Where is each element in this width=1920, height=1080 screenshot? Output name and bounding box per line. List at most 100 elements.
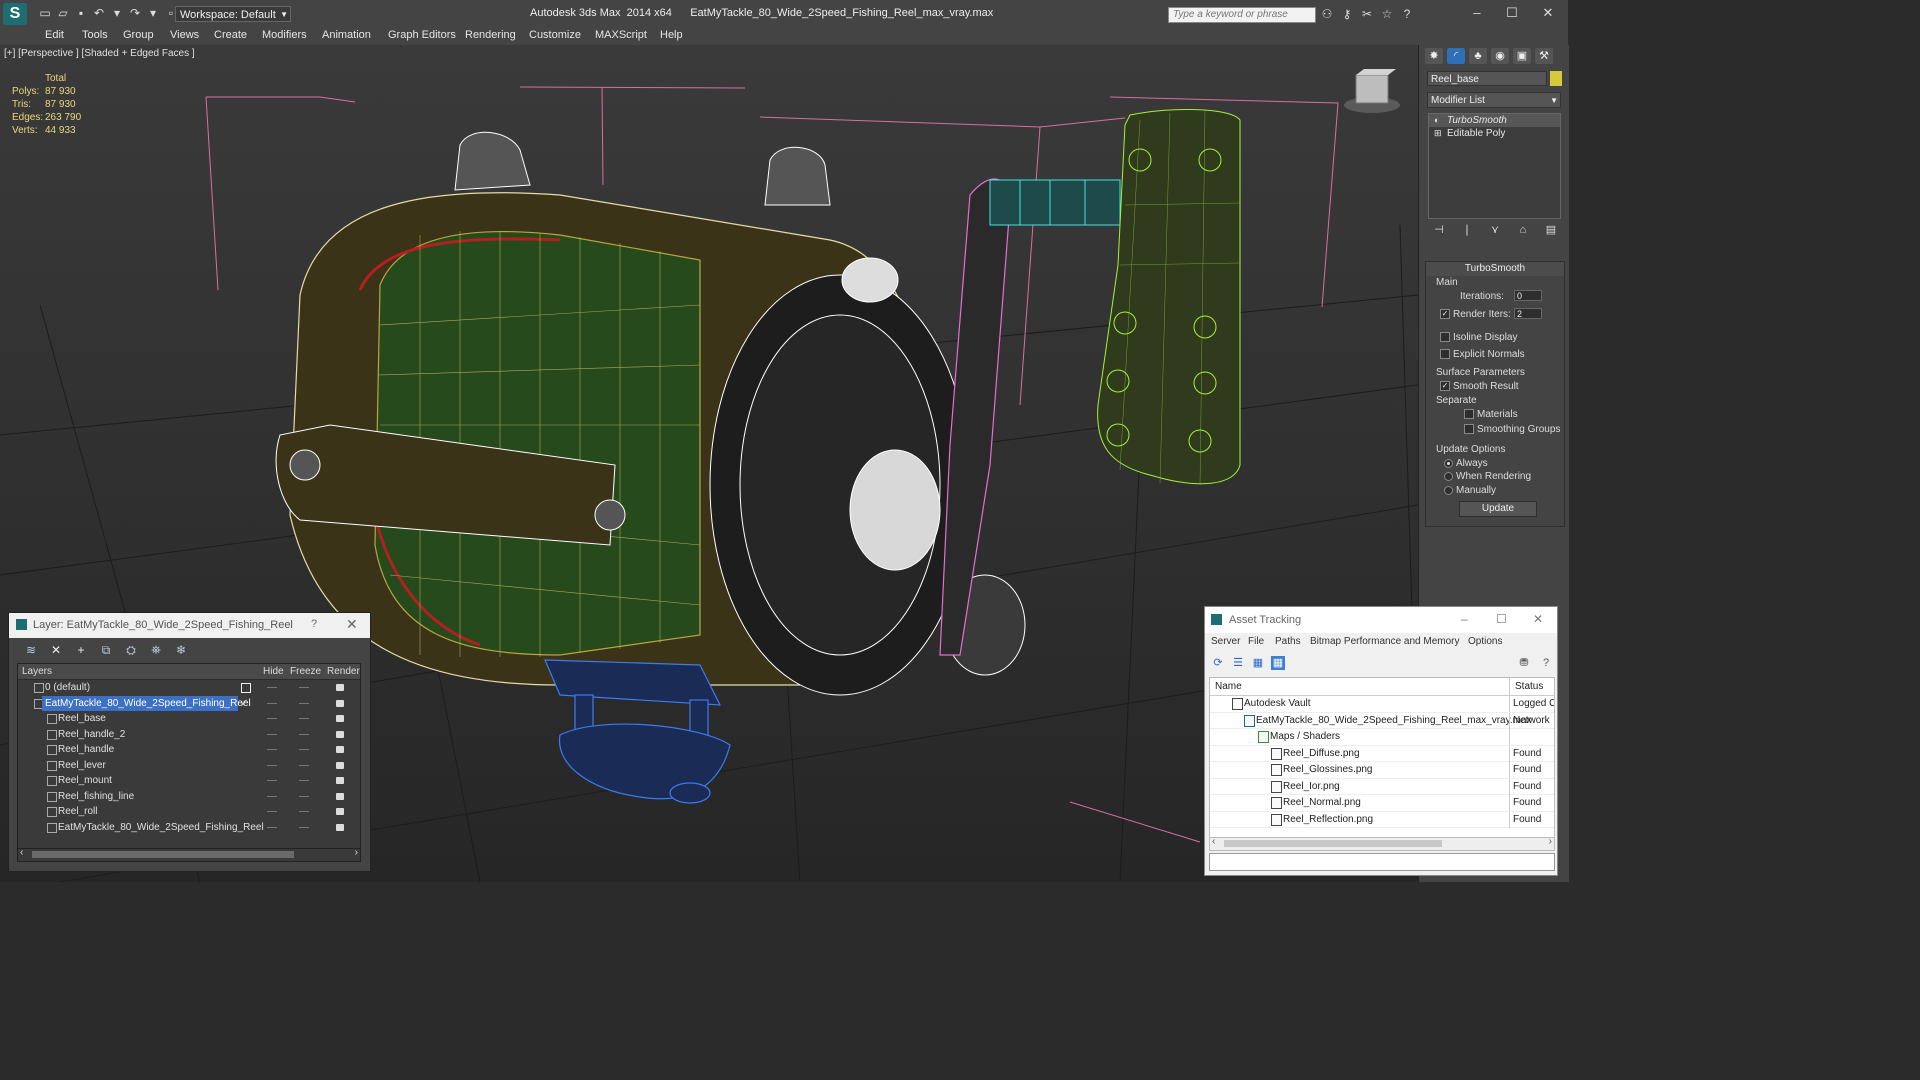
scroll-right-icon[interactable]: › — [1549, 836, 1552, 847]
object-color-swatch[interactable] — [1550, 71, 1562, 86]
close-icon[interactable]: ✕ — [346, 616, 358, 633]
column-separator[interactable] — [1509, 678, 1510, 695]
rollout-title[interactable]: TurboSmooth — [1426, 262, 1564, 276]
minimize-button[interactable]: – — [1462, 4, 1492, 22]
exchange-icon[interactable]: ✂ — [1360, 7, 1374, 21]
expand-plus-icon[interactable]: ⊞ — [1434, 127, 1442, 140]
render-teapot-icon[interactable] — [336, 792, 344, 800]
update-button[interactable]: Update — [1459, 501, 1537, 517]
asset-row[interactable]: Autodesk Vault Logged O — [1210, 696, 1554, 713]
asset-horizontal-scrollbar[interactable]: ‹ › — [1209, 836, 1555, 851]
menu-maxscript[interactable]: MAXScript — [595, 29, 647, 41]
modifier-stack[interactable]: ◐ TurboSmooth ⊞ Editable Poly — [1428, 113, 1561, 219]
layer-row[interactable]: Reel_fishing_line — [18, 789, 360, 805]
col-layers[interactable]: Layers — [22, 666, 52, 677]
close-icon[interactable]: ✕ — [1533, 612, 1543, 626]
freeze-toggle[interactable] — [299, 795, 309, 797]
binoculars-icon[interactable]: ⚇ — [1320, 7, 1334, 21]
freeze-toggle[interactable] — [299, 826, 309, 828]
make-unique-icon[interactable]: ⋎ — [1487, 223, 1503, 237]
layer-horizontal-scrollbar[interactable]: ‹ › — [17, 847, 361, 862]
smoothing-groups-option[interactable]: Smoothing Groups — [1464, 424, 1560, 435]
save-icon[interactable]: ▪ — [74, 6, 88, 20]
asset-menu-server[interactable]: Server — [1211, 636, 1240, 647]
show-end-result-icon[interactable]: ❘ — [1459, 223, 1475, 237]
render-teapot-icon[interactable] — [336, 823, 344, 831]
menu-tools[interactable]: Tools — [82, 29, 108, 41]
hide-toggle[interactable] — [267, 764, 277, 766]
hierarchy-tab-icon[interactable]: ♣ — [1469, 48, 1487, 64]
layer-row[interactable]: Reel_handle_2 — [18, 727, 360, 743]
close-button[interactable]: ✕ — [1533, 4, 1563, 22]
hide-toggle[interactable] — [267, 687, 277, 688]
asset-menu-paths[interactable]: Paths — [1275, 636, 1301, 647]
materials-checkbox[interactable] — [1464, 409, 1474, 420]
modify-tab-icon[interactable]: ◜ — [1447, 48, 1465, 64]
scrollbar-thumb[interactable] — [1224, 840, 1442, 847]
new-file-icon[interactable]: ▭ — [38, 6, 52, 20]
render-teapot-icon[interactable] — [336, 699, 344, 707]
render-teapot-icon[interactable] — [336, 808, 344, 815]
menu-animation[interactable]: Animation — [322, 29, 371, 41]
layer-row[interactable]: Reel_roll — [18, 804, 360, 820]
redo-dropdown-icon[interactable]: ▾ — [146, 6, 160, 20]
pin-stack-icon[interactable]: ⊣ — [1431, 223, 1447, 237]
freeze-toggle[interactable] — [299, 687, 309, 688]
smooth-result-checkbox[interactable]: ✓ — [1440, 381, 1450, 392]
update-manually-option[interactable]: Manually — [1444, 485, 1496, 496]
freeze-toggle[interactable] — [299, 718, 309, 719]
freeze-toggle[interactable] — [299, 702, 309, 704]
render-teapot-icon[interactable] — [336, 715, 344, 722]
menu-modifiers[interactable]: Modifiers — [262, 29, 307, 41]
asset-menu-options[interactable]: Options — [1468, 636, 1502, 647]
select-layer-icon[interactable]: ⧉ — [98, 643, 114, 657]
smooth-result-option[interactable]: ✓ Smooth Result — [1440, 381, 1519, 392]
isoline-display-option[interactable]: Isoline Display — [1440, 332, 1517, 343]
highlight-layer-icon[interactable]: ⛭ — [123, 643, 139, 657]
render-teapot-icon[interactable] — [336, 746, 344, 753]
stack-item-editable-poly[interactable]: ⊞ Editable Poly — [1429, 127, 1560, 140]
hide-toggle[interactable] — [267, 811, 277, 812]
menu-help[interactable]: Help — [660, 29, 683, 41]
col-hide[interactable]: Hide — [263, 666, 284, 677]
layer-window-titlebar[interactable]: Layer: EatMyTackle_80_Wide_2Speed_Fishin… — [9, 613, 370, 638]
hide-toggle[interactable] — [267, 702, 277, 704]
hide-toggle[interactable] — [267, 826, 277, 828]
app-logo-icon[interactable]: S — [3, 3, 27, 25]
help-icon[interactable]: ? — [1539, 656, 1553, 670]
col-status[interactable]: Status — [1515, 681, 1543, 692]
menu-edit[interactable]: Edit — [45, 29, 64, 41]
display-tab-icon[interactable]: ▣ — [1513, 48, 1531, 64]
scroll-right-icon[interactable]: › — [355, 847, 358, 858]
layer-row[interactable]: EatMyTackle_80_Wide_2Speed_Fishing_Reel — [18, 820, 360, 836]
hide-toggle[interactable] — [267, 780, 277, 781]
col-freeze[interactable]: Freeze — [290, 666, 321, 677]
hide-toggle[interactable] — [267, 733, 277, 735]
asset-row[interactable]: Reel_Diffuse.png Found — [1210, 745, 1554, 762]
asset-row[interactable]: Reel_Reflection.png Found — [1210, 811, 1554, 828]
layer-row[interactable]: 0 (default) — [18, 680, 360, 696]
lightbulb-icon[interactable]: ◐ — [1434, 114, 1439, 127]
freeze-toggle[interactable] — [299, 811, 309, 812]
create-tab-icon[interactable]: ✸ — [1425, 48, 1443, 64]
render-teapot-icon[interactable] — [336, 761, 344, 769]
refresh-icon[interactable]: ⟳ — [1211, 656, 1225, 670]
render-teapot-icon[interactable] — [336, 684, 344, 691]
smoothing-groups-checkbox[interactable] — [1464, 424, 1474, 435]
isoline-checkbox[interactable] — [1440, 332, 1450, 343]
asset-row[interactable]: Reel_Glossines.png Found — [1210, 762, 1554, 779]
redo-icon[interactable]: ↷ — [128, 6, 142, 20]
remove-modifier-icon[interactable]: ⌂ — [1515, 223, 1531, 237]
col-name[interactable]: Name — [1215, 681, 1242, 692]
current-layer-checkbox[interactable] — [241, 683, 251, 693]
layer-row[interactable]: Reel_base — [18, 711, 360, 727]
hide-toggle[interactable] — [267, 795, 277, 797]
stack-item-turbosmooth[interactable]: ◐ TurboSmooth — [1429, 114, 1560, 127]
motion-tab-icon[interactable]: ◉ — [1491, 48, 1509, 64]
when-rendering-radio[interactable] — [1444, 471, 1453, 481]
update-when-rendering-option[interactable]: When Rendering — [1444, 471, 1531, 482]
key-icon[interactable]: ⚷ — [1340, 7, 1354, 21]
hide-toggle[interactable] — [267, 718, 277, 719]
table-view-icon[interactable]: ▦ — [1271, 656, 1285, 670]
hide-all-icon[interactable]: ⛯ — [148, 643, 164, 657]
